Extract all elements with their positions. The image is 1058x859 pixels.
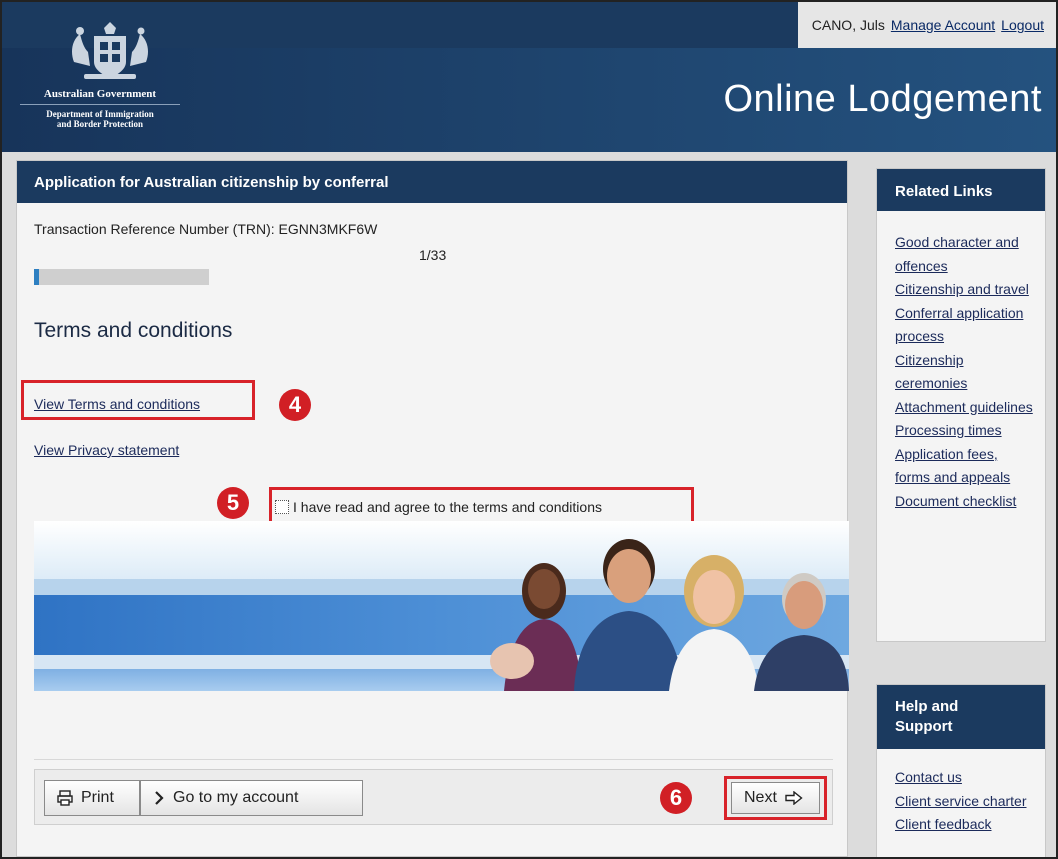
help-link-service-charter[interactable]: Client service charter [895, 790, 1035, 814]
related-links-list: Good character and offences Citizenship … [877, 211, 1045, 513]
page-title: Online Lodgement [723, 78, 1042, 120]
site-header: Australian Government Department of Immi… [2, 2, 1056, 152]
divider [34, 759, 833, 760]
step-badge-5: 5 [217, 487, 249, 519]
related-link-conferral-process[interactable]: Conferral application process [895, 302, 1035, 349]
government-logo-text: Australian Government Department of Immi… [20, 88, 180, 129]
step-badge-6: 6 [660, 782, 692, 814]
next-label: Next [744, 789, 777, 806]
coat-of-arms-icon [72, 22, 148, 79]
go-to-account-label: Go to my account [173, 789, 299, 806]
related-link-good-character[interactable]: Good character and offences [895, 231, 1035, 278]
view-terms-link[interactable]: View Terms and conditions [34, 396, 200, 412]
agree-label: I have read and agree to the terms and c… [293, 499, 602, 515]
logout-link[interactable]: Logout [1001, 17, 1044, 33]
progress-bar [34, 269, 209, 285]
section-title: Terms and conditions [34, 319, 233, 342]
manage-account-link[interactable]: Manage Account [891, 17, 995, 33]
help-link-client-feedback[interactable]: Client feedback [895, 813, 1035, 837]
gov-line1: Australian Government [20, 88, 180, 105]
related-links-panel: Related Links Good character and offence… [876, 168, 1046, 642]
progress-fill [34, 269, 40, 285]
help-heading-line2: Support [895, 718, 953, 735]
go-to-account-button[interactable]: Go to my account [140, 780, 363, 816]
help-links-list: Contact us Client service charter Client… [877, 749, 1045, 837]
related-link-document-checklist[interactable]: Document checklist [895, 490, 1035, 514]
gov-line3: and Border Protection [56, 119, 144, 129]
application-heading: Application for Australian citizenship b… [17, 161, 847, 203]
app-frame: Australian Government Department of Immi… [0, 0, 1058, 859]
printer-icon [57, 790, 73, 806]
agree-checkbox[interactable] [275, 500, 289, 514]
view-privacy-link[interactable]: View Privacy statement [34, 442, 179, 458]
families-banner-image [34, 521, 849, 691]
help-support-heading: Help and Support [877, 685, 1045, 749]
agree-checkbox-row[interactable]: I have read and agree to the terms and c… [269, 489, 694, 525]
step-counter: 1/33 [419, 247, 447, 263]
chevron-right-icon [155, 791, 164, 805]
next-button[interactable]: Next [731, 782, 820, 814]
help-link-contact-us[interactable]: Contact us [895, 766, 1035, 790]
related-link-ceremonies[interactable]: Citizenship ceremonies [895, 349, 1035, 396]
family-photo-illustration [490, 539, 849, 691]
related-link-citizenship-travel[interactable]: Citizenship and travel [895, 278, 1035, 302]
user-name: CANO, Juls [811, 17, 885, 33]
related-link-attachment-guidelines[interactable]: Attachment guidelines [895, 396, 1035, 420]
print-button[interactable]: Print [44, 780, 140, 816]
related-link-application-fees[interactable]: Application fees, forms and appeals [895, 443, 1035, 490]
gov-line2: Department of Immigration [46, 109, 154, 119]
arrow-right-icon [785, 791, 803, 805]
print-label: Print [81, 789, 114, 806]
related-link-processing-times[interactable]: Processing times [895, 419, 1035, 443]
main-panel: Application for Australian citizenship b… [16, 160, 849, 857]
related-links-heading: Related Links [877, 169, 1045, 211]
help-support-panel: Help and Support Contact us Client servi… [876, 684, 1046, 857]
step-badge-4: 4 [279, 389, 311, 421]
help-heading-line1: Help and [895, 698, 959, 715]
button-bar: Print Go to my account 6 Next [34, 769, 833, 825]
trn-text: Transaction Reference Number (TRN): EGNN… [34, 221, 378, 237]
user-bar: CANO, Juls Manage Account Logout [797, 2, 1056, 48]
